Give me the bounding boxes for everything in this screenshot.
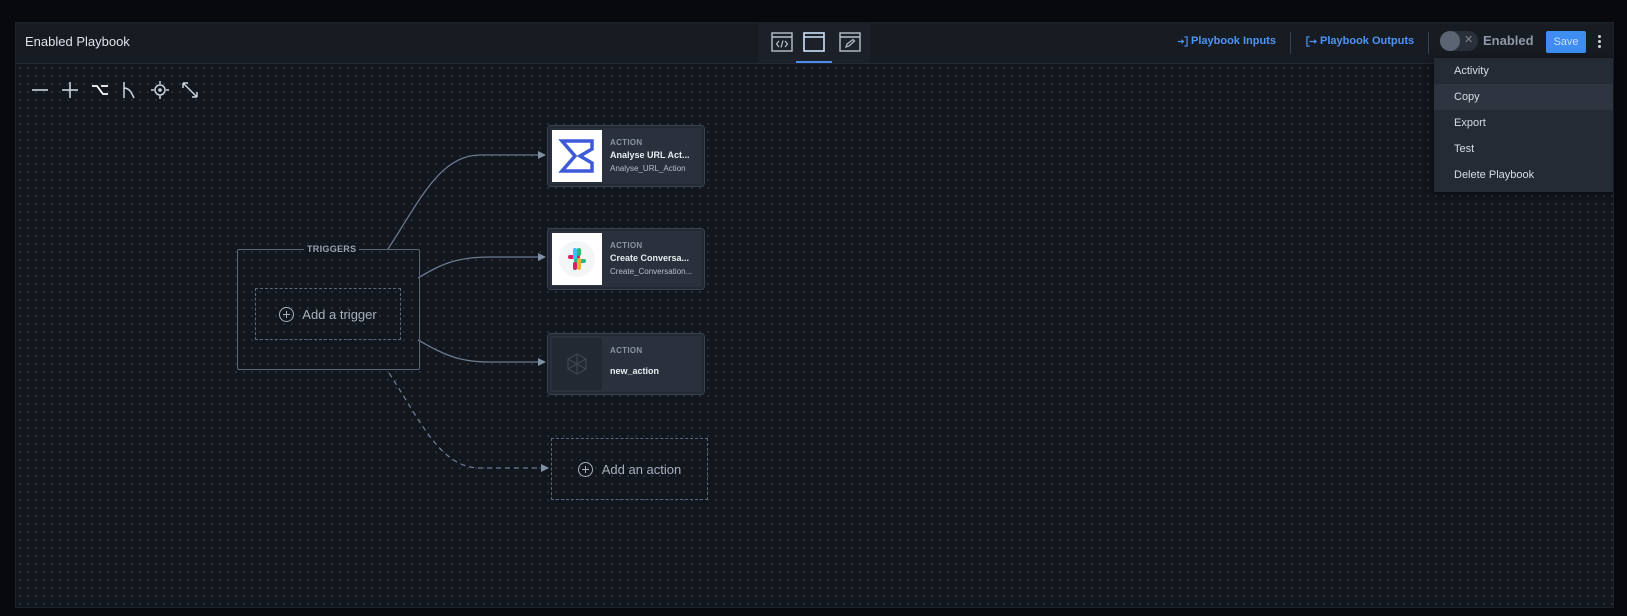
action-name: Create Conversa...: [610, 253, 690, 263]
action-node-analyse-url[interactable]: ACTION Analyse URL Act... Analyse_URL_Ac…: [547, 125, 705, 187]
add-trigger-button[interactable]: Add a trigger: [255, 288, 401, 340]
edit-view-button[interactable]: [838, 31, 862, 53]
action-id: Create_Conversation...: [610, 267, 693, 276]
save-button[interactable]: Save: [1546, 31, 1586, 53]
add-trigger-label: Add a trigger: [302, 306, 377, 322]
more-options-icon[interactable]: [1594, 33, 1604, 51]
action-kind-label: ACTION: [610, 241, 643, 250]
placeholder-icon: [552, 338, 602, 390]
enabled-label: Enabled: [1483, 33, 1534, 48]
menu-item-test[interactable]: Test: [1434, 136, 1613, 162]
output-icon: [1306, 35, 1317, 47]
expand-icon: [182, 82, 198, 98]
edit-icon: [839, 32, 861, 52]
canvas-toolbar: [30, 80, 200, 100]
connector-style-button[interactable]: [120, 80, 140, 100]
divider: [1290, 32, 1291, 54]
menu-item-export[interactable]: Export: [1434, 110, 1613, 136]
playbook-outputs-link[interactable]: Playbook Outputs: [1306, 35, 1414, 47]
action-name: new_action: [610, 366, 660, 376]
action-id: Analyse_URL_Action: [610, 164, 686, 173]
minus-icon: [32, 89, 48, 91]
action-name: Analyse URL Act...: [610, 150, 690, 160]
menu-item-activity[interactable]: Activity: [1434, 58, 1613, 84]
branch-icon: [92, 85, 108, 95]
action-node-create-conversation[interactable]: ACTION Create Conversa... Create_Convers…: [547, 228, 705, 290]
add-circle-icon: [279, 306, 295, 322]
slack-icon: [552, 233, 602, 285]
code-icon: [771, 32, 793, 52]
window-icon: [803, 32, 825, 52]
toggle-knob: [1440, 31, 1460, 51]
menu-item-copy[interactable]: Copy: [1434, 84, 1613, 110]
playbook-inputs-link[interactable]: Playbook Inputs: [1177, 35, 1276, 47]
zoom-in-button[interactable]: [60, 80, 80, 100]
triggers-group: TRIGGERS Add a trigger: [237, 244, 420, 370]
menu-item-delete-playbook[interactable]: Delete Playbook: [1434, 162, 1613, 188]
fit-view-button[interactable]: [180, 80, 200, 100]
code-view-button[interactable]: [770, 31, 794, 53]
input-icon: [1177, 35, 1188, 47]
page-title: Enabled Playbook: [25, 34, 130, 49]
sigma-icon: [552, 130, 602, 182]
add-action-button[interactable]: Add an action: [551, 438, 708, 500]
auto-layout-button[interactable]: [90, 80, 110, 100]
plus-icon: [62, 82, 78, 98]
action-kind-label: ACTION: [610, 346, 643, 355]
top-bar: Enabled Playbook Playbook Inputs Playboo…: [16, 23, 1613, 64]
action-node-new-action[interactable]: ACTION new_action: [547, 333, 705, 395]
add-action-label: Add an action: [601, 461, 682, 477]
triggers-label: TRIGGERS: [304, 244, 360, 254]
close-icon: ✕: [1464, 34, 1474, 46]
add-circle-icon: [577, 461, 593, 477]
target-icon: [151, 81, 169, 99]
more-options-menu: Activity Copy Export Test Delete Playboo…: [1434, 58, 1613, 192]
playbook-outputs-label: Playbook Outputs: [1320, 35, 1415, 47]
action-kind-label: ACTION: [610, 138, 643, 147]
zoom-out-button[interactable]: [30, 80, 50, 100]
curve-connector-icon: [123, 82, 135, 99]
view-switcher: [758, 23, 870, 63]
enabled-toggle[interactable]: ✕: [1440, 31, 1478, 51]
recenter-button[interactable]: [150, 80, 170, 100]
playbook-inputs-label: Playbook Inputs: [1191, 35, 1276, 47]
divider: [1428, 32, 1429, 54]
canvas-view-button[interactable]: [796, 31, 832, 63]
